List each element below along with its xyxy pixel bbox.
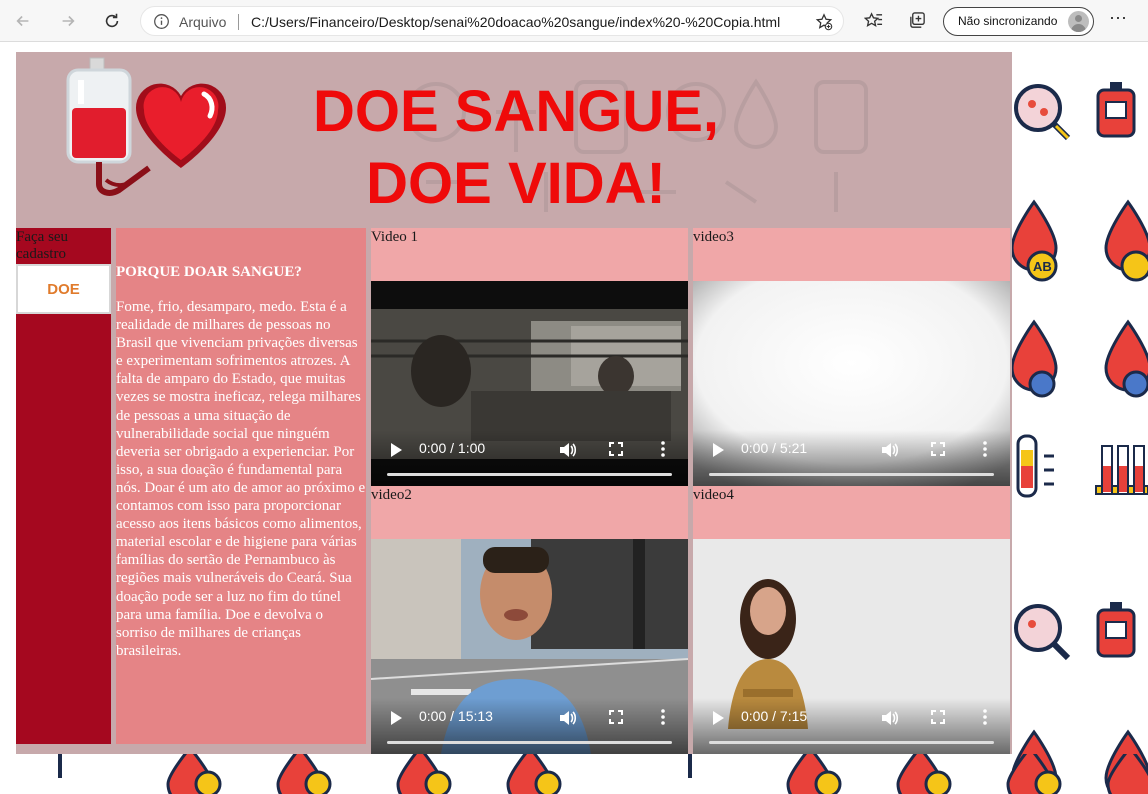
video-time: 0:00 / 5:21 bbox=[741, 440, 808, 456]
doe-button[interactable]: DOE bbox=[16, 264, 111, 314]
video-progress-bar[interactable] bbox=[709, 741, 994, 744]
volume-icon[interactable] bbox=[881, 710, 899, 726]
more-options-icon[interactable] bbox=[661, 441, 665, 457]
video-time: 0:00 / 1:00 bbox=[419, 440, 486, 456]
title-line-1: DOE SANGUE, bbox=[312, 79, 720, 144]
fullscreen-icon[interactable] bbox=[609, 710, 623, 724]
address-separator bbox=[238, 14, 239, 30]
favorites-icon[interactable] bbox=[864, 11, 883, 30]
blood-drops-row-icon bbox=[58, 754, 1148, 794]
arrow-right-icon bbox=[62, 15, 75, 27]
play-icon[interactable] bbox=[389, 442, 403, 458]
more-options-icon[interactable] bbox=[983, 709, 987, 725]
video-label: Video 1 bbox=[371, 229, 419, 245]
sidebar: Faça seu cadastro DOE bbox=[16, 228, 111, 744]
blood-donation-logo-icon bbox=[66, 57, 227, 196]
volume-icon[interactable] bbox=[881, 442, 899, 458]
video-player[interactable]: 0:00 / 7:15 bbox=[693, 539, 1010, 754]
info-icon[interactable] bbox=[153, 13, 170, 30]
footer-strip bbox=[16, 744, 371, 754]
play-icon[interactable] bbox=[711, 442, 725, 458]
page-title: DOE SANGUE, DOE VIDA! bbox=[306, 76, 726, 220]
video-controls: 0:00 / 5:21 bbox=[693, 430, 1010, 486]
video-progress-bar[interactable] bbox=[709, 473, 994, 476]
video-grid-divider bbox=[1010, 228, 1012, 754]
register-label: Faça seu cadastro bbox=[16, 229, 69, 262]
arrow-left-icon bbox=[16, 15, 29, 27]
video-controls: 0:00 / 15:13 bbox=[371, 698, 688, 754]
add-favorite-icon[interactable] bbox=[815, 13, 833, 31]
fullscreen-icon[interactable] bbox=[931, 710, 945, 724]
video-time: 0:00 / 15:13 bbox=[419, 708, 493, 724]
video-controls: 0:00 / 1:00 bbox=[371, 430, 688, 486]
video-progress-bar[interactable] bbox=[387, 741, 672, 744]
video-time: 0:00 / 7:15 bbox=[741, 708, 808, 724]
blood-icons-pattern-icon: AB bbox=[1012, 82, 1148, 794]
video-label: video3 bbox=[693, 229, 734, 245]
article-heading: PORQUE DOAR SANGUE? bbox=[116, 264, 302, 280]
forward-button[interactable] bbox=[55, 8, 81, 34]
fullscreen-icon[interactable] bbox=[609, 442, 623, 456]
volume-icon[interactable] bbox=[559, 442, 577, 458]
more-menu-icon[interactable]: ⋯ bbox=[1109, 8, 1128, 29]
address-bar[interactable]: Arquivo C:/Users/Financeiro/Desktop/sena… bbox=[140, 6, 844, 36]
more-options-icon[interactable] bbox=[983, 441, 987, 457]
volume-icon[interactable] bbox=[559, 710, 577, 726]
more-options-icon[interactable] bbox=[661, 709, 665, 725]
video-controls: 0:00 / 7:15 bbox=[693, 698, 1010, 754]
video-player[interactable]: 0:00 / 1:00 bbox=[371, 281, 688, 486]
collections-icon[interactable] bbox=[908, 11, 927, 30]
video-grid-divider bbox=[688, 228, 693, 754]
video-player[interactable]: 0:00 / 5:21 bbox=[693, 281, 1010, 486]
video-cell-1: Video 1 0:00 / 1:00 bbox=[371, 228, 688, 486]
profile-avatar-icon bbox=[1068, 11, 1089, 32]
play-icon[interactable] bbox=[711, 710, 725, 726]
address-scheme-label: Arquivo bbox=[179, 14, 227, 30]
video-player[interactable]: 0:00 / 15:13 bbox=[371, 539, 688, 754]
fullscreen-icon[interactable] bbox=[931, 442, 945, 456]
video-cell-3: video3 0:00 / 5:21 bbox=[693, 228, 1010, 486]
url-text[interactable]: C:/Users/Financeiro/Desktop/senai%20doac… bbox=[251, 14, 780, 30]
video-cell-4: video4 0:00 / 7:15 bbox=[693, 486, 1010, 754]
video-label: video2 bbox=[371, 487, 412, 503]
article-body: Fome, frio, desamparo, medo. Esta é a re… bbox=[116, 299, 366, 659]
svg-text:AB: AB bbox=[1033, 259, 1052, 274]
profile-sync-button[interactable]: Não sincronizando bbox=[943, 7, 1094, 36]
video-progress-bar[interactable] bbox=[387, 473, 672, 476]
page-header: DOE SANGUE, DOE VIDA! bbox=[16, 52, 1012, 228]
video-cell-2: video2 0:00 / 15:13 bbox=[371, 486, 688, 754]
video-label: video4 bbox=[693, 487, 734, 503]
title-line-2: DOE VIDA! bbox=[366, 151, 666, 216]
reload-button[interactable] bbox=[99, 8, 125, 34]
refresh-icon bbox=[105, 13, 119, 28]
play-icon[interactable] bbox=[389, 710, 403, 726]
sync-status-label: Não sincronizando bbox=[958, 14, 1058, 28]
background-pattern-bottom bbox=[0, 754, 1148, 794]
article-panel: PORQUE DOAR SANGUE? Fome, frio, desampar… bbox=[116, 228, 366, 744]
browser-toolbar: Arquivo C:/Users/Financeiro/Desktop/sena… bbox=[0, 0, 1148, 42]
back-button[interactable] bbox=[10, 8, 36, 34]
background-pattern: AB bbox=[1012, 42, 1148, 794]
